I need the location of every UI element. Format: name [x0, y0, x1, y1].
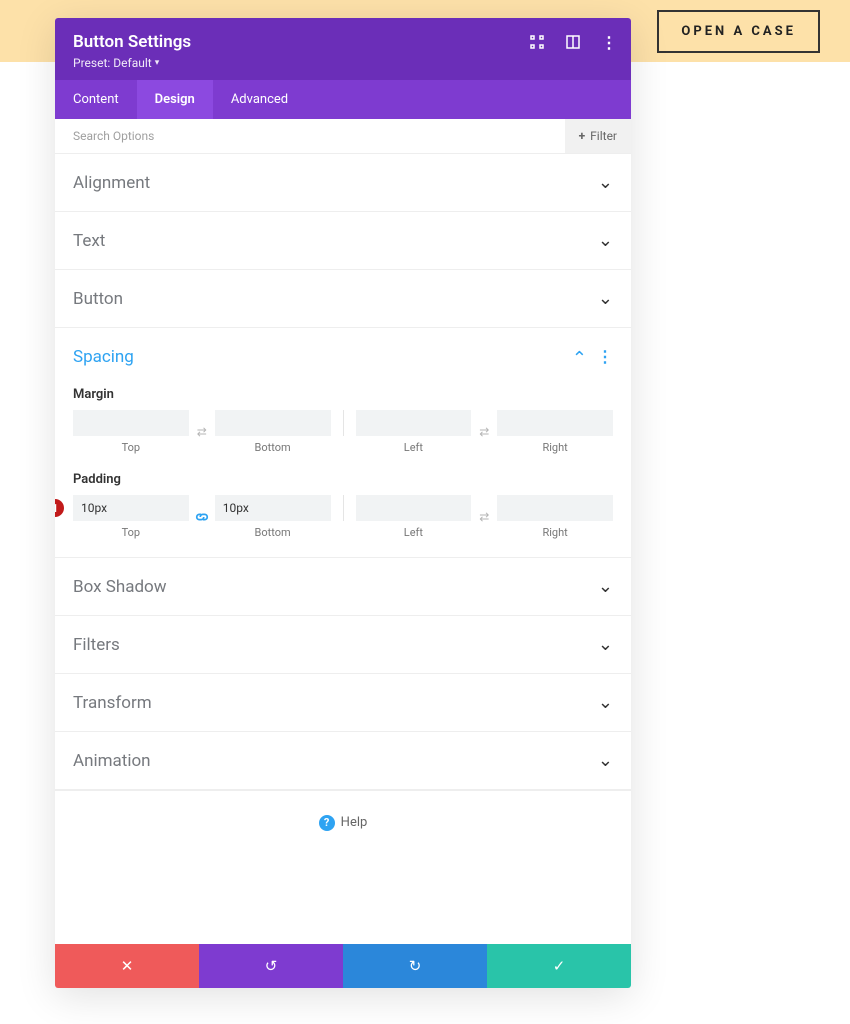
caption-top: Top: [73, 526, 189, 539]
redo-button[interactable]: ↻: [343, 944, 487, 988]
help-button[interactable]: ? Help: [319, 815, 368, 831]
kebab-menu-icon[interactable]: ⋮: [601, 34, 617, 50]
modal-header: Button Settings Preset: Default ▾ ⋮: [55, 18, 631, 80]
section-title: Box Shadow: [73, 577, 167, 597]
padding-inputs: 1 Top Bottom: [73, 495, 613, 539]
tab-design[interactable]: Design: [137, 80, 213, 119]
sections-container: Alignment ⌄ Text ⌄ Button ⌄ Spacing ⌃ ⋮ …: [55, 154, 631, 944]
annotation-1: 1: [55, 499, 64, 517]
margin-label: Margin: [73, 387, 613, 402]
section-title: Transform: [73, 693, 152, 713]
link-icon[interactable]: ⇄: [471, 425, 497, 439]
chevron-up-icon: ⌃: [572, 348, 587, 369]
section-filters[interactable]: Filters ⌄: [55, 616, 631, 674]
save-button[interactable]: ✓: [487, 944, 631, 988]
section-actions: ⌃ ⋮: [572, 346, 613, 367]
section-title: Filters: [73, 635, 120, 655]
search-input[interactable]: Search Options: [55, 119, 565, 153]
link-icon[interactable]: [189, 510, 215, 524]
section-title: Animation: [73, 751, 151, 771]
expand-icon[interactable]: [529, 34, 545, 50]
link-icon[interactable]: ⇄: [189, 425, 215, 439]
section-spacing[interactable]: Spacing ⌃ ⋮: [55, 328, 631, 385]
chevron-down-icon: ⌄: [598, 576, 613, 597]
caption-right: Right: [497, 526, 613, 539]
filter-label: Filter: [590, 129, 617, 143]
padding-label: Padding: [73, 472, 613, 487]
undo-button[interactable]: ↺: [199, 944, 343, 988]
section-box-shadow[interactable]: Box Shadow ⌄: [55, 558, 631, 616]
button-settings-modal: Button Settings Preset: Default ▾ ⋮ Cont…: [55, 18, 631, 988]
caption-left: Left: [356, 441, 472, 454]
margin-left-input[interactable]: [356, 410, 472, 436]
section-title: Alignment: [73, 173, 150, 193]
section-title: Text: [73, 231, 105, 251]
caption-bottom: Bottom: [215, 441, 331, 454]
plus-icon: +: [579, 129, 586, 143]
margin-right-input[interactable]: [497, 410, 613, 436]
section-alignment[interactable]: Alignment ⌄: [55, 154, 631, 212]
undo-icon: ↺: [265, 957, 278, 975]
tab-bar: Content Design Advanced: [55, 80, 631, 119]
chevron-down-icon: ⌄: [598, 692, 613, 713]
caption-bottom: Bottom: [215, 526, 331, 539]
section-text[interactable]: Text ⌄: [55, 212, 631, 270]
caption-right: Right: [497, 441, 613, 454]
redo-icon: ↻: [409, 957, 422, 975]
section-button[interactable]: Button ⌄: [55, 270, 631, 328]
modal-footer: ✕ ↺ ↻ ✓: [55, 944, 631, 988]
cancel-button[interactable]: ✕: [55, 944, 199, 988]
chevron-down-icon: ⌄: [598, 288, 613, 309]
help-icon: ?: [319, 815, 335, 831]
preset-value: Default: [113, 56, 151, 70]
help-label: Help: [341, 815, 368, 830]
padding-left-input[interactable]: [356, 495, 472, 521]
margin-inputs: Top ⇄ Bottom Left ⇄: [73, 410, 613, 454]
filter-button[interactable]: + Filter: [565, 119, 631, 153]
close-icon: ✕: [121, 957, 134, 975]
caption-left: Left: [356, 526, 472, 539]
section-title: Button: [73, 289, 123, 309]
divider: [343, 495, 344, 521]
margin-top-input[interactable]: [73, 410, 189, 436]
check-icon: ✓: [553, 957, 566, 975]
open-a-case-button[interactable]: OPEN A CASE: [657, 10, 820, 53]
link-icon[interactable]: ⇄: [471, 510, 497, 524]
header-actions: ⋮: [529, 34, 617, 50]
tab-content[interactable]: Content: [55, 80, 137, 119]
chevron-down-icon: ⌄: [598, 230, 613, 251]
section-animation[interactable]: Animation ⌄: [55, 732, 631, 790]
help-row: ? Help: [55, 790, 631, 851]
padding-bottom-input[interactable]: [215, 495, 331, 521]
tab-advanced[interactable]: Advanced: [213, 80, 306, 119]
preset-selector[interactable]: Preset: Default ▾: [73, 56, 613, 70]
chevron-down-icon: ⌄: [598, 634, 613, 655]
chevron-down-icon: ⌄: [598, 750, 613, 771]
padding-top-input[interactable]: [73, 495, 189, 521]
chevron-down-icon: ▾: [155, 58, 160, 68]
padding-right-input[interactable]: [497, 495, 613, 521]
section-title: Spacing: [73, 347, 134, 367]
divider: [343, 410, 344, 436]
caption-top: Top: [73, 441, 189, 454]
chevron-down-icon: ⌄: [598, 172, 613, 193]
spacing-body: Margin Top ⇄ Bottom: [55, 387, 631, 558]
search-row: Search Options + Filter: [55, 119, 631, 154]
responsive-icon[interactable]: [565, 34, 581, 50]
margin-bottom-input[interactable]: [215, 410, 331, 436]
section-transform[interactable]: Transform ⌄: [55, 674, 631, 732]
preset-label: Preset:: [73, 56, 110, 70]
kebab-menu-icon[interactable]: ⋮: [597, 347, 613, 366]
